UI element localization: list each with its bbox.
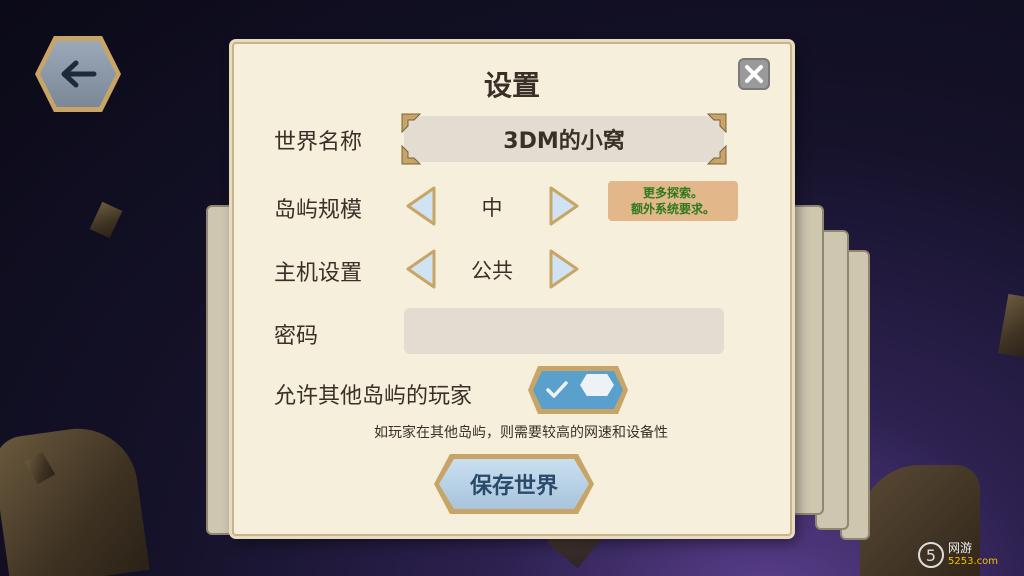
note-line-2: 额外系统要求。 — [630, 202, 715, 216]
host-setting-value: 公共 — [471, 259, 513, 283]
island-size-value: 中 — [481, 196, 503, 220]
corner-ornament-icon — [401, 113, 422, 134]
island-size-next-button[interactable] — [547, 185, 581, 227]
host-setting-label: 主机设置 — [274, 261, 363, 286]
allow-islands-toggle[interactable] — [528, 366, 628, 414]
world-name-field[interactable]: 3DM的小窝 — [401, 113, 727, 165]
password-label: 密码 — [274, 324, 319, 349]
allow-islands-label: 允许其他岛屿的玩家 — [274, 384, 473, 409]
page-title: 设置 — [483, 69, 540, 102]
watermark-sub: 5253.com — [948, 556, 998, 567]
requirements-note: 更多探索。 额外系统要求。 — [608, 181, 738, 221]
save-world-label: 保存世界 — [439, 459, 589, 509]
host-setting-prev-button[interactable] — [404, 248, 438, 290]
settings-panel: 设置 世界名称 3DM的小窝 岛屿规模 中 更多探索。 额外系统要求。 主机设置… — [232, 42, 792, 536]
password-input[interactable] — [404, 308, 724, 354]
close-button[interactable] — [738, 58, 770, 90]
note-line-1: 更多探索。 — [642, 186, 703, 200]
close-icon — [745, 65, 763, 83]
corner-ornament-icon — [706, 113, 727, 134]
host-setting-next-button[interactable] — [547, 248, 581, 290]
floating-rock — [998, 293, 1024, 359]
network-hint: 如玩家在其他岛屿，则需要较高的网速和设备性 — [374, 425, 668, 441]
floating-rock — [89, 201, 123, 239]
corner-ornament-icon — [401, 144, 422, 165]
watermark-logo: 5 网游 5253.com — [918, 534, 1024, 576]
back-page — [788, 205, 824, 515]
island-size-label: 岛屿规模 — [274, 198, 363, 223]
corner-ornament-icon — [706, 144, 727, 165]
watermark-text: 网游 — [948, 541, 973, 555]
world-name-label: 世界名称 — [274, 130, 363, 155]
island-size-prev-button[interactable] — [404, 185, 438, 227]
arrow-left-icon — [61, 60, 97, 88]
toggle-knob — [580, 374, 614, 396]
back-button[interactable] — [35, 36, 121, 112]
floating-rock — [0, 420, 150, 576]
world-name-value: 3DM的小窝 — [503, 129, 625, 154]
checkmark-icon — [546, 381, 568, 398]
watermark-number: 5 — [918, 542, 944, 568]
save-world-button[interactable]: 保存世界 — [434, 454, 594, 514]
